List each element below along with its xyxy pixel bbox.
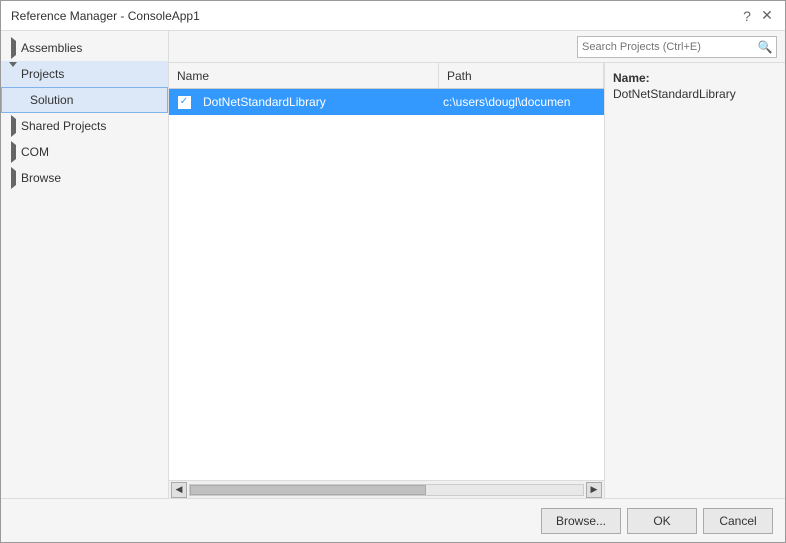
- search-box[interactable]: 🔍: [577, 36, 777, 58]
- search-icon[interactable]: 🔍: [754, 36, 776, 58]
- sidebar-item-browse-label: Browse: [21, 171, 61, 185]
- triangle-projects: [9, 70, 17, 78]
- footer: Browse... OK Cancel: [1, 498, 785, 542]
- sidebar-item-assemblies[interactable]: Assemblies: [1, 35, 168, 61]
- top-bar: 🔍: [169, 31, 785, 63]
- col-header-path: Path: [439, 63, 604, 88]
- main-area: 🔍 Name Path DotNetS: [169, 31, 785, 498]
- row-path: c:\users\dougl\documen: [439, 95, 604, 109]
- browse-button[interactable]: Browse...: [541, 508, 621, 534]
- cancel-button[interactable]: Cancel: [703, 508, 773, 534]
- details-value: DotNetStandardLibrary: [613, 87, 777, 101]
- details-label: Name:: [613, 71, 777, 85]
- row-checkbox-container: [169, 96, 199, 109]
- scroll-track[interactable]: [189, 484, 584, 496]
- table-body: DotNetStandardLibrary c:\users\dougl\doc…: [169, 89, 604, 480]
- sidebar: Assemblies Projects Solution Shared Proj…: [1, 31, 169, 498]
- scroll-left-button[interactable]: ◀: [171, 482, 187, 498]
- sidebar-item-com[interactable]: COM: [1, 139, 168, 165]
- sidebar-item-projects[interactable]: Projects: [1, 61, 168, 87]
- ok-button[interactable]: OK: [627, 508, 697, 534]
- sidebar-item-shared-projects[interactable]: Shared Projects: [1, 113, 168, 139]
- triangle-browse: [9, 174, 17, 182]
- table-header: Name Path: [169, 63, 604, 89]
- col-header-name: Name: [169, 63, 439, 88]
- sidebar-item-solution[interactable]: Solution: [1, 87, 168, 113]
- triangle-shared-projects: [9, 122, 17, 130]
- triangle-com: [9, 148, 17, 156]
- table-area: Name Path DotNetStandardLibrary c:\users…: [169, 63, 605, 498]
- horizontal-scrollbar: ◀ ▶: [169, 480, 604, 498]
- title-controls: ? ✕: [739, 8, 775, 24]
- scroll-right-button[interactable]: ▶: [586, 482, 602, 498]
- details-panel: Name: DotNetStandardLibrary: [605, 63, 785, 498]
- reference-manager-dialog: Reference Manager - ConsoleApp1 ? ✕ Asse…: [0, 0, 786, 543]
- sidebar-item-shared-projects-label: Shared Projects: [21, 119, 106, 133]
- table-row[interactable]: DotNetStandardLibrary c:\users\dougl\doc…: [169, 89, 604, 115]
- title-bar: Reference Manager - ConsoleApp1 ? ✕: [1, 1, 785, 31]
- help-button[interactable]: ?: [739, 8, 755, 24]
- sidebar-item-solution-label: Solution: [30, 93, 73, 107]
- dialog-title: Reference Manager - ConsoleApp1: [11, 9, 200, 23]
- scroll-thumb[interactable]: [190, 485, 426, 495]
- row-name: DotNetStandardLibrary: [199, 95, 439, 109]
- triangle-assemblies: [9, 44, 17, 52]
- sidebar-item-com-label: COM: [21, 145, 49, 159]
- sidebar-item-projects-label: Projects: [21, 67, 64, 81]
- close-button[interactable]: ✕: [759, 8, 775, 24]
- sidebar-item-browse[interactable]: Browse: [1, 165, 168, 191]
- sidebar-item-assemblies-label: Assemblies: [21, 41, 82, 55]
- content-area: Name Path DotNetStandardLibrary c:\users…: [169, 63, 785, 498]
- row-checkbox[interactable]: [178, 96, 191, 109]
- dialog-body: Assemblies Projects Solution Shared Proj…: [1, 31, 785, 498]
- search-input[interactable]: [578, 41, 754, 53]
